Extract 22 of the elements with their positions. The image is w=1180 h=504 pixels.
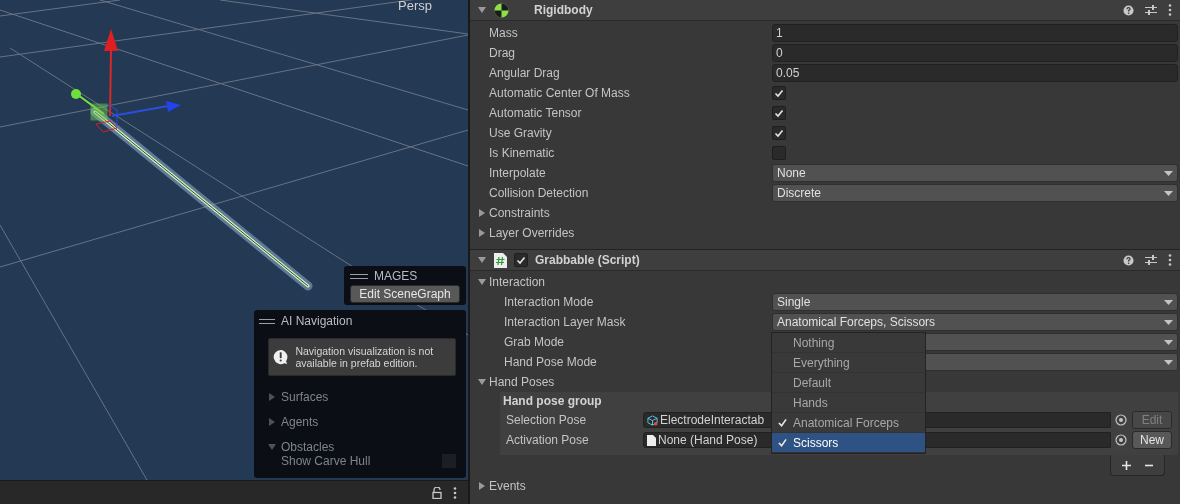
option-label: Show Carve Hull — [281, 454, 371, 468]
field-label: Automatic Center Of Mass — [489, 86, 631, 100]
field-label: Hand Pose Mode — [504, 355, 598, 369]
field-label: Use Gravity — [489, 126, 553, 140]
field-label: Is Kinematic — [489, 146, 556, 160]
field-label: Angular Drag — [489, 66, 561, 80]
field-label: Automatic Tensor — [489, 106, 583, 120]
info-message: Navigation visualization is not available in prefab edition. — [295, 345, 435, 369]
field-label: Interaction Layer Mask — [504, 315, 627, 329]
field-label: Selection Pose — [506, 413, 588, 427]
overlay-title: AI Navigation — [281, 314, 353, 328]
field-label: Drag — [489, 46, 516, 60]
field-label: Interpolate — [489, 166, 547, 180]
component-title: Grabbable (Script) — [535, 253, 640, 267]
field-label: Collision Detection — [489, 186, 590, 200]
group-title: Hand pose group — [502, 393, 602, 410]
component-title: Rigidbody — [534, 3, 593, 17]
overlay-title: MAGES — [374, 269, 418, 283]
field-label: Interaction Mode — [504, 295, 595, 309]
field-label: Mass — [489, 26, 519, 40]
field-label: Activation Pose — [506, 433, 590, 447]
field-label: Grab Mode — [504, 335, 566, 349]
